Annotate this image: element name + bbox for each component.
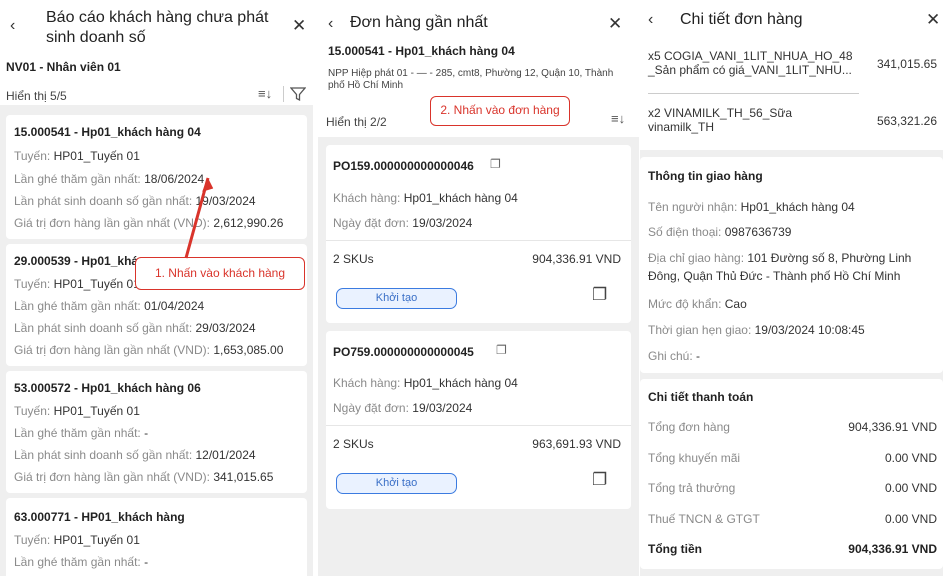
delivery-info-section: Thông tin giao hàng Tên người nhận: Hp01… bbox=[640, 157, 943, 373]
instruction-callout-2: 2. Nhấn vào đơn hàng bbox=[430, 96, 570, 126]
back-arrow-icon[interactable]: ‹ bbox=[328, 15, 333, 33]
customer-address: NPP Hiệp phát 01 - — - 285, cmt8, Phường… bbox=[328, 68, 614, 91]
page-title: Đơn hàng gần nhất bbox=[350, 14, 488, 31]
sort-icon[interactable]: ≡↓ bbox=[611, 111, 625, 126]
total-value: 904,336.91 VND bbox=[848, 542, 937, 556]
copy-icon[interactable]: ❐ bbox=[496, 343, 507, 357]
order-items: x5 COGIA_VANI_1LIT_NHUA_HO_48 _Sản phẩm … bbox=[640, 40, 943, 150]
order-card[interactable]: PO159.000000000000046 ❐ Khách hàng: Hp01… bbox=[326, 145, 631, 323]
close-icon[interactable]: ✕ bbox=[926, 10, 940, 30]
section-title: Chi tiết thanh toán bbox=[648, 390, 754, 404]
phone-line: Số điện thoại: 0987636739 bbox=[648, 225, 792, 239]
back-arrow-icon[interactable]: ‹ bbox=[648, 11, 653, 29]
address-line-2: Đông, Quận Thủ Đức - Thành phố Hồ Chí Mi… bbox=[648, 269, 901, 283]
payment-label: Tổng khuyến mãi bbox=[648, 451, 741, 465]
result-count: Hiển thị 2/2 bbox=[326, 115, 387, 129]
note-line: Ghi chú: - bbox=[648, 349, 701, 363]
close-icon[interactable]: ✕ bbox=[608, 14, 622, 34]
callout-arrowhead-1 bbox=[202, 177, 214, 192]
sku-count: 2 SKUs bbox=[333, 437, 374, 451]
recent-orders-panel: ‹ Đơn hàng gần nhất ✕ 15.000541 - Hp01_k… bbox=[318, 0, 639, 576]
order-item: x2 VINAMILK_TH_56_Sữa vinamilk_TH bbox=[648, 106, 793, 134]
payment-value: 0.00 VND bbox=[884, 512, 937, 526]
order-code: PO759.000000000000045 bbox=[333, 345, 474, 359]
order-code: PO159.000000000000046 bbox=[333, 159, 474, 173]
total-label: Tổng tiền bbox=[648, 542, 702, 556]
order-amount: 904,336.91 VND bbox=[532, 252, 621, 266]
order-status-badge[interactable]: Khởi tạo bbox=[336, 288, 457, 309]
order-item: x5 COGIA_VANI_1LIT_NHUA_HO_48 _Sản phẩm … bbox=[648, 49, 853, 77]
order-customer-line: Khách hàng: Hp01_khách hàng 04 bbox=[333, 376, 518, 390]
order-date-line: Ngày đặt đơn: 19/03/2024 bbox=[333, 216, 473, 230]
order-date-line: Ngày đặt đơn: 19/03/2024 bbox=[333, 401, 473, 415]
order-detail-panel: ‹ Chi tiết đơn hàng ✕ x5 COGIA_VANI_1LIT… bbox=[640, 0, 943, 576]
copy-icon[interactable]: ❐ bbox=[592, 470, 607, 490]
page-title: Chi tiết đơn hàng bbox=[680, 11, 803, 28]
divider bbox=[326, 240, 631, 241]
payment-value: 0.00 VND bbox=[884, 451, 937, 465]
sku-count: 2 SKUs bbox=[333, 252, 374, 266]
urgency-line: Mức độ khẩn: Cao bbox=[648, 297, 747, 311]
customer-heading: 15.000541 - Hp01_khách hàng 04 bbox=[328, 44, 515, 58]
delivery-time-line: Thời gian hẹn giao: 19/03/2024 10:08:45 bbox=[648, 323, 865, 337]
order-amount: 963,691.93 VND bbox=[532, 437, 621, 451]
divider bbox=[326, 425, 631, 426]
payment-value: 0.00 VND bbox=[884, 481, 937, 495]
section-title: Thông tin giao hàng bbox=[648, 169, 763, 183]
payment-label: Thuế TNCN & GTGT bbox=[648, 512, 760, 526]
divider bbox=[648, 93, 859, 94]
payment-label: Tổng đơn hàng bbox=[648, 420, 730, 434]
payment-label: Tổng trả thưởng bbox=[648, 481, 736, 495]
order-card[interactable]: PO759.000000000000045 ❐ Khách hàng: Hp01… bbox=[326, 331, 631, 509]
copy-icon[interactable]: ❐ bbox=[592, 285, 607, 305]
receiver-line: Tên người nhận: Hp01_khách hàng 04 bbox=[648, 200, 855, 214]
payment-value: 904,336.91 VND bbox=[848, 420, 937, 434]
item-price: 341,015.65 bbox=[876, 57, 937, 71]
order-status-badge[interactable]: Khởi tạo bbox=[336, 473, 457, 494]
address-line: Địa chỉ giao hàng: 101 Đường số 8, Phườn… bbox=[648, 251, 912, 265]
payment-section: Chi tiết thanh toán Tổng đơn hàng 904,33… bbox=[640, 379, 943, 569]
copy-icon[interactable]: ❐ bbox=[490, 157, 501, 171]
item-price: 563,321.26 bbox=[876, 114, 937, 128]
order-customer-line: Khách hàng: Hp01_khách hàng 04 bbox=[333, 191, 518, 205]
